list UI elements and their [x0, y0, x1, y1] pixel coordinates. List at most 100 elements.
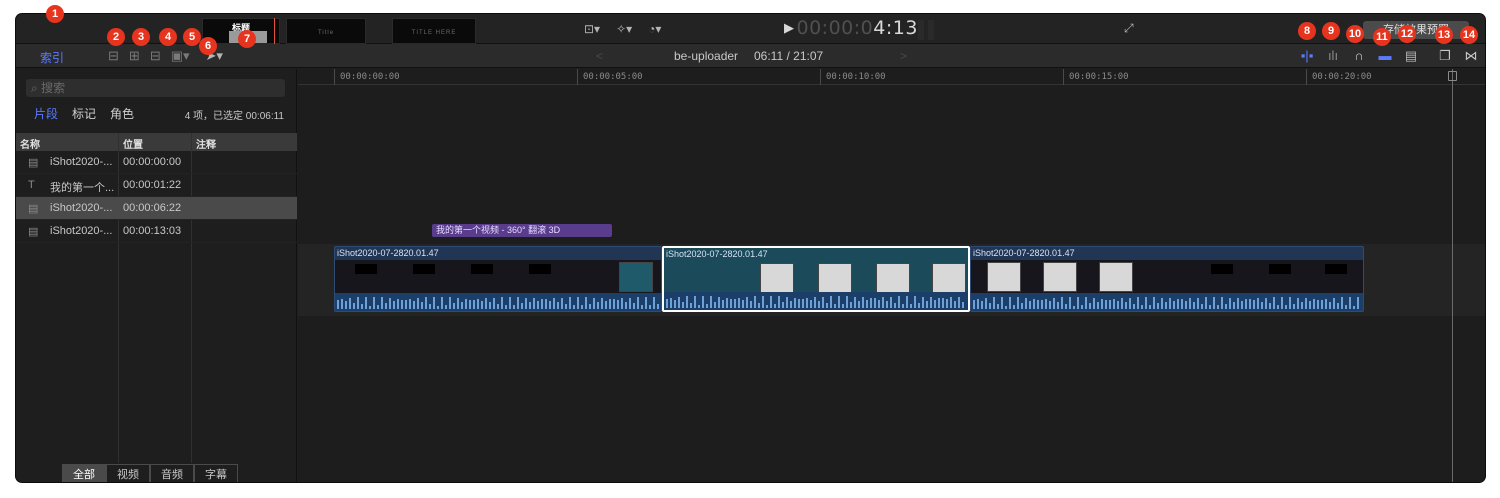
waveform-bar [537, 300, 539, 309]
title-thumbnail-2[interactable]: Title [286, 18, 366, 44]
waveform-bar [361, 304, 363, 309]
waveform-bar [581, 305, 583, 309]
crop-icon[interactable]: ⊡▾ [584, 22, 600, 36]
enhance-icon[interactable]: ✧▾ [616, 22, 632, 36]
frame [876, 263, 910, 293]
tab-roles[interactable]: 角色 [110, 105, 134, 122]
audio-only-icon[interactable]: ılı [1325, 48, 1341, 64]
waveform-bar [1065, 304, 1067, 309]
waveform-bar [682, 301, 684, 308]
snapping-icon[interactable]: ▬ [1377, 48, 1393, 64]
headphones-icon[interactable]: ∩ [1351, 48, 1367, 64]
video-clip[interactable]: iShot2020-07-2820.01.47 [334, 246, 662, 312]
annotation-badge: 1 [46, 5, 64, 23]
index-button[interactable]: 索引 [40, 49, 64, 66]
waveform-bar [341, 298, 343, 309]
waveform-bar [1001, 297, 1003, 309]
waveform-bar [1097, 301, 1099, 309]
waveform-bar [738, 297, 740, 308]
waveform-bar [1037, 300, 1039, 309]
waveform-bar [1217, 305, 1219, 309]
column-notes[interactable]: 注释 [196, 136, 216, 151]
filter-all[interactable]: 全部 [62, 464, 106, 482]
waveform-bar [365, 297, 367, 309]
waveform-bar [1169, 298, 1171, 309]
filter-audio[interactable]: 音频 [150, 464, 194, 482]
title-thumbnail-3[interactable]: TITLE HERE [392, 18, 476, 44]
waveform-bar [854, 296, 856, 308]
tab-clips[interactable]: 片段 [34, 105, 58, 122]
waveform-bar [1145, 297, 1147, 309]
search-placeholder: 搜索 [41, 81, 66, 95]
frame [471, 264, 493, 274]
waveform-bar [649, 305, 651, 309]
waveform-bar [517, 297, 519, 309]
waveform-bar [1209, 305, 1211, 309]
tab-markers[interactable]: 标记 [72, 105, 96, 122]
column-name[interactable]: 名称 [20, 136, 40, 151]
waveform-bar [609, 299, 611, 309]
waveform-bar [798, 299, 800, 308]
waveform-bar [882, 297, 884, 308]
playhead[interactable] [1452, 69, 1453, 482]
waveform-bar [690, 303, 692, 308]
speed-icon[interactable]: ◔▾ [648, 22, 661, 36]
waveform-bar [742, 300, 744, 308]
connect-clip-icon[interactable]: ⊟ [108, 48, 119, 64]
waveform-bar [734, 298, 736, 308]
waveform-bar [1177, 299, 1179, 309]
waveform-bar [469, 300, 471, 309]
waveform-bar [1213, 297, 1215, 309]
waveform-bar [1061, 297, 1063, 309]
video-only-icon[interactable]: ▪|▪ [1299, 48, 1315, 64]
playhead-handle[interactable] [1448, 71, 1457, 81]
frame [1043, 262, 1077, 292]
filter-captions[interactable]: 字幕 [194, 464, 238, 482]
annotation-badge: 4 [159, 28, 177, 46]
overwrite-clip-icon[interactable]: ▣▾ [171, 48, 190, 64]
filter-video[interactable]: 视频 [106, 464, 150, 482]
waveform-bar [786, 296, 788, 308]
fullscreen-icon[interactable]: ⤢ [1124, 21, 1134, 36]
waveform-bar [1309, 300, 1311, 309]
waveform-bar [706, 303, 708, 308]
waveform-bar [782, 302, 784, 308]
list-item[interactable]: ▤ iShot2020-... 00:00:00:00 [16, 151, 297, 174]
waveform-bar [1137, 297, 1139, 309]
waveform-bar [710, 296, 712, 308]
transitions-browser-icon[interactable]: ⋈ [1463, 48, 1479, 64]
video-clip-selected[interactable]: iShot2020-07-2820.01.47 [662, 246, 970, 312]
waveform-bar [1357, 297, 1359, 309]
column-position[interactable]: 位置 [123, 136, 143, 151]
previous-project-button[interactable]: < [596, 49, 603, 63]
selection-count: 4 项，已选定 00:06:11 [184, 111, 284, 122]
clip-label: iShot2020-07-2820.01.47 [666, 249, 768, 259]
timeline-ruler[interactable]: 00:00:00:00 00:00:05:00 00:00:10:00 00:0… [298, 69, 1485, 85]
list-item[interactable]: T 我的第一个... 00:00:01:22 [16, 174, 297, 197]
append-clip-icon[interactable]: ⊟ [150, 48, 161, 64]
clip-name: iShot2020-... [50, 225, 113, 237]
next-project-button[interactable]: > [900, 49, 907, 63]
insert-clip-icon[interactable]: ⊞ [129, 48, 140, 64]
title-clip[interactable]: 我的第一个视频 - 360° 翻滚 3D [432, 224, 612, 237]
waveform-bar [1021, 302, 1023, 309]
waveform-bar [593, 297, 595, 309]
waveform-bar [1101, 298, 1103, 309]
waveform-bar [1333, 297, 1335, 309]
waveform-bar [726, 297, 728, 308]
clip-appearance-icon[interactable]: ▤ [1403, 48, 1419, 64]
search-field[interactable]: ⌕ 搜索 [26, 79, 285, 97]
play-icon[interactable]: ▶ [784, 21, 795, 36]
waveform-bar [617, 300, 619, 309]
timeline[interactable]: 00:00:00:00 00:00:05:00 00:00:10:00 00:0… [298, 69, 1485, 482]
waveform-bar [1121, 298, 1123, 309]
waveform-bar [810, 299, 812, 308]
ruler-tick [1063, 69, 1064, 85]
video-clip[interactable]: iShot2020-07-2820.01.47 [970, 246, 1364, 312]
waveform-bar [678, 296, 680, 308]
list-item-selected[interactable]: ▤ iShot2020-... 00:00:06:22 [16, 197, 297, 220]
waveform-bar [425, 297, 427, 309]
effects-browser-icon[interactable]: ❐ [1437, 48, 1453, 64]
waveform-bar [730, 299, 732, 308]
list-item[interactable]: ▤ iShot2020-... 00:00:13:03 [16, 220, 297, 243]
